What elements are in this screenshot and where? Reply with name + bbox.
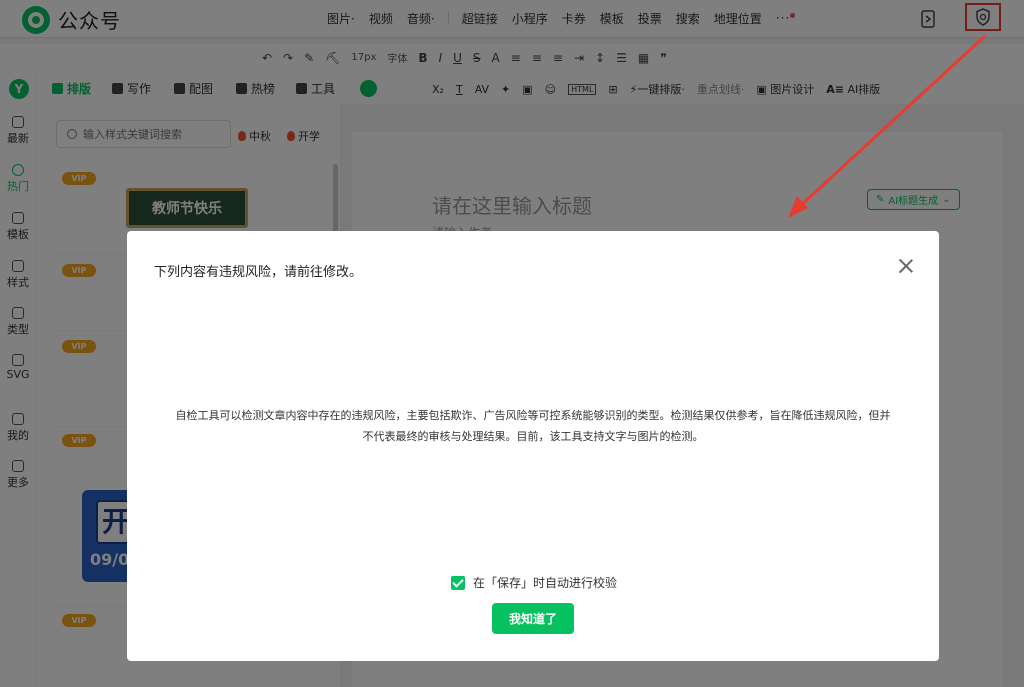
content-check-dialog: 下列内容有违规风险，请前往修改。 自检工具可以检测文章内容中存在的违规风险，主要… bbox=[127, 231, 939, 661]
auto-check-option[interactable]: 在「保存」时自动进行校验 bbox=[451, 574, 617, 591]
close-icon[interactable] bbox=[897, 257, 915, 275]
confirm-button[interactable]: 我知道了 bbox=[492, 603, 574, 634]
auto-check-checkbox[interactable] bbox=[451, 575, 465, 590]
dialog-title: 下列内容有违规风险，请前往修改。 bbox=[154, 265, 363, 280]
dialog-description: 自检工具可以检测文章内容中存在的违规风险，主要包括欺诈、广告风险等可控系统能够识… bbox=[175, 409, 891, 443]
auto-check-label: 在「保存」时自动进行校验 bbox=[473, 576, 618, 590]
